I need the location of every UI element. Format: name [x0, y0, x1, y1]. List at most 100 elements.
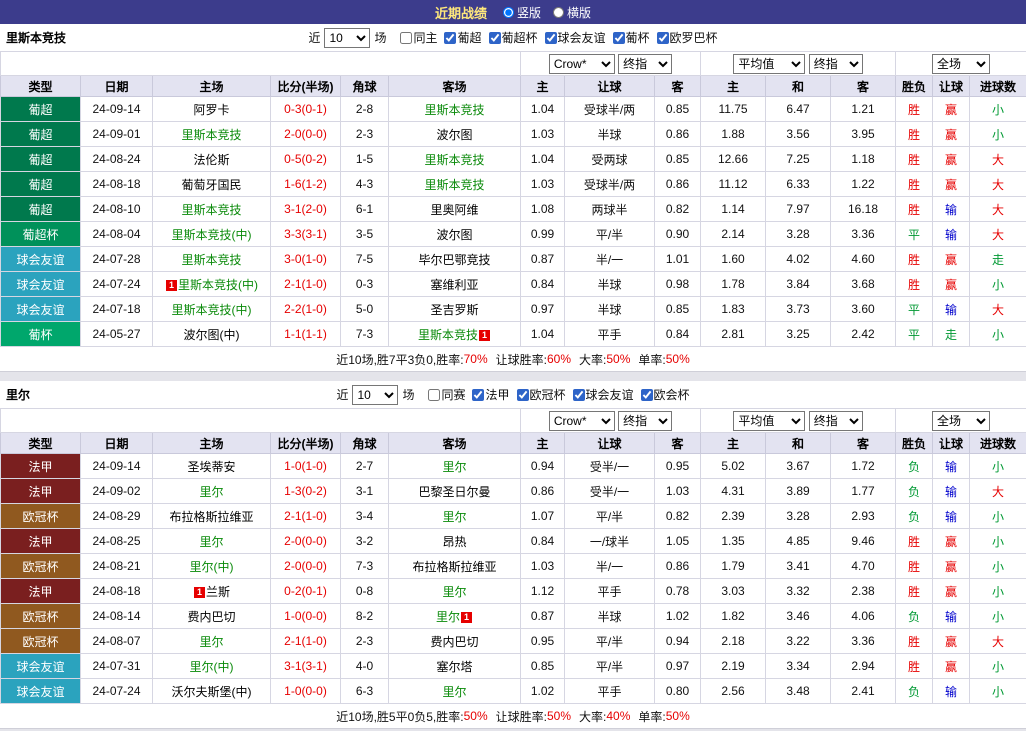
asia-company-select[interactable]: Crow* [549, 54, 615, 74]
match-count-select[interactable]: 10 [352, 385, 398, 405]
filter-option[interactable]: 欧罗巴杯 [657, 29, 718, 46]
layout-option[interactable]: 竖版 [503, 4, 541, 21]
team-link[interactable]: 波尔图 [436, 128, 472, 142]
filter-option[interactable]: 同赛 [428, 386, 465, 403]
match-score[interactable]: 2-2(1-0) [271, 297, 341, 322]
match-score[interactable]: 2-0(0-0) [271, 529, 341, 554]
team-link[interactable]: 里尔 [436, 610, 460, 624]
team-link[interactable]: 费内巴切 [187, 610, 235, 624]
team-link[interactable]: 波尔图 [436, 228, 472, 242]
scope-select[interactable]: 全场 [932, 54, 990, 74]
team-link[interactable]: 里尔 [442, 510, 466, 524]
europe-time-select[interactable]: 终指 [809, 411, 863, 431]
filter-checkbox[interactable] [472, 389, 484, 401]
filter-option[interactable]: 同主 [400, 29, 437, 46]
asia-time-select[interactable]: 终指 [618, 411, 672, 431]
team-link[interactable]: 里尔 [442, 460, 466, 474]
team-link[interactable]: 里尔 [442, 685, 466, 699]
filter-option[interactable]: 球会友谊 [573, 386, 634, 403]
europe-company-select[interactable]: 平均值 [733, 54, 805, 74]
scope-select[interactable]: 全场 [932, 411, 990, 431]
filter-option[interactable]: 葡杯 [613, 29, 650, 46]
team-link[interactable]: 费内巴切 [430, 635, 478, 649]
europe-time-select[interactable]: 终指 [809, 54, 863, 74]
filter-checkbox[interactable] [428, 389, 440, 401]
match-score[interactable]: 0-5(0-2) [271, 147, 341, 172]
team-link[interactable]: 里斯本竞技 [181, 128, 241, 142]
match-score[interactable]: 3-0(1-0) [271, 247, 341, 272]
team-link[interactable]: 里尔 [199, 535, 223, 549]
team-link[interactable]: 塞尔塔 [436, 660, 472, 674]
match-score[interactable]: 1-1(1-1) [271, 322, 341, 347]
team-link[interactable]: 葡萄牙国民 [181, 178, 241, 192]
team-link[interactable]: 里尔 [199, 485, 223, 499]
team-link[interactable]: 里尔(中) [190, 560, 234, 574]
match-score[interactable]: 2-1(1-0) [271, 272, 341, 297]
team-link[interactable]: 毕尔巴鄂竞技 [418, 253, 490, 267]
team-link[interactable]: 里斯本竞技 [424, 178, 484, 192]
team-link[interactable]: 布拉格斯拉维亚 [412, 560, 496, 574]
team-link[interactable]: 波尔图(中) [184, 328, 240, 342]
team-link[interactable]: 圣吉罗斯 [430, 303, 478, 317]
team-link[interactable]: 里斯本竞技 [424, 153, 484, 167]
team-link[interactable]: 里斯本竞技(中) [172, 228, 252, 242]
team-link[interactable]: 里斯本竞技 [181, 253, 241, 267]
team-link[interactable]: 法伦斯 [193, 153, 229, 167]
match-score[interactable]: 0-3(0-1) [271, 97, 341, 122]
filter-option[interactable]: 法甲 [472, 386, 509, 403]
layout-radio[interactable] [553, 7, 564, 18]
filter-option[interactable]: 葡超 [444, 29, 481, 46]
filter-checkbox[interactable] [573, 389, 585, 401]
team-link[interactable]: 里斯本竞技 [424, 103, 484, 117]
filter-checkbox[interactable] [444, 32, 456, 44]
match-score[interactable]: 1-0(0-0) [271, 604, 341, 629]
team-link[interactable]: 里尔 [199, 635, 223, 649]
team-link[interactable]: 里斯本竞技(中) [172, 303, 252, 317]
filter-checkbox[interactable] [489, 32, 501, 44]
filter-option[interactable]: 葡超杯 [489, 29, 538, 46]
team-link[interactable]: 巴黎圣日尔曼 [418, 485, 490, 499]
team-link[interactable]: 圣埃蒂安 [187, 460, 235, 474]
match-score[interactable]: 2-1(1-0) [271, 629, 341, 654]
team-link[interactable]: 里斯本竞技(中) [178, 278, 258, 292]
filter-option[interactable]: 欧会杯 [641, 386, 690, 403]
match-score[interactable]: 3-1(3-1) [271, 654, 341, 679]
team-link[interactable]: 沃尔夫斯堡(中) [172, 685, 252, 699]
filter-checkbox[interactable] [545, 32, 557, 44]
match-score[interactable]: 3-3(3-1) [271, 222, 341, 247]
match-count-select[interactable]: 10 [324, 28, 370, 48]
match-score[interactable]: 2-0(0-0) [271, 554, 341, 579]
team-link[interactable]: 里奥阿维 [430, 203, 478, 217]
europe-away-odds: 4.60 [831, 247, 896, 272]
team-link[interactable]: 昂热 [442, 535, 466, 549]
column-header: 日期 [81, 76, 153, 97]
team-link[interactable]: 里尔 [442, 585, 466, 599]
filter-option[interactable]: 欧冠杯 [517, 386, 566, 403]
team-link[interactable]: 布拉格斯拉维亚 [169, 510, 253, 524]
match-score[interactable]: 1-0(1-0) [271, 454, 341, 479]
filter-checkbox[interactable] [657, 32, 669, 44]
match-score[interactable]: 2-1(1-0) [271, 504, 341, 529]
match-score[interactable]: 1-3(0-2) [271, 479, 341, 504]
asia-time-select[interactable]: 终指 [618, 54, 672, 74]
layout-radio[interactable] [503, 7, 514, 18]
asia-company-select[interactable]: Crow* [549, 411, 615, 431]
match-score[interactable]: 2-0(0-0) [271, 122, 341, 147]
team-link[interactable]: 阿罗卡 [193, 103, 229, 117]
team-link[interactable]: 塞维利亚 [430, 278, 478, 292]
filter-checkbox[interactable] [400, 32, 412, 44]
match-score[interactable]: 3-1(2-0) [271, 197, 341, 222]
match-score[interactable]: 1-0(0-0) [271, 679, 341, 704]
filter-checkbox[interactable] [641, 389, 653, 401]
filter-checkbox[interactable] [613, 32, 625, 44]
match-score[interactable]: 1-6(1-2) [271, 172, 341, 197]
team-link[interactable]: 兰斯 [206, 585, 230, 599]
filter-option[interactable]: 球会友谊 [545, 29, 606, 46]
layout-option[interactable]: 横版 [553, 4, 591, 21]
team-link[interactable]: 里尔(中) [190, 660, 234, 674]
team-link[interactable]: 里斯本竞技 [418, 328, 478, 342]
europe-company-select[interactable]: 平均值 [733, 411, 805, 431]
match-score[interactable]: 0-2(0-1) [271, 579, 341, 604]
team-link[interactable]: 里斯本竞技 [181, 203, 241, 217]
filter-checkbox[interactable] [517, 389, 529, 401]
